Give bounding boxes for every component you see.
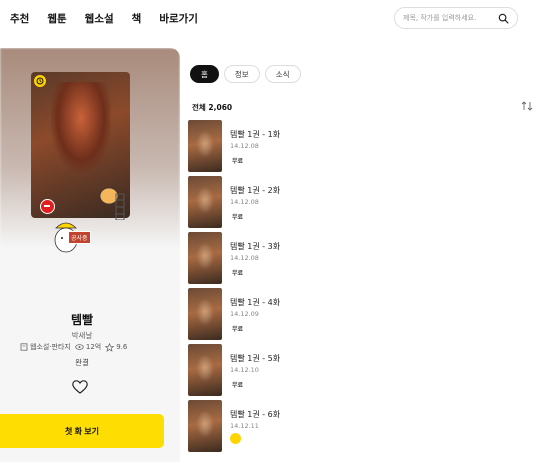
episode-item[interactable]: 템빨 1권 - 3화 14.12.08 무료 bbox=[188, 232, 528, 286]
age-rating-badge-icon bbox=[40, 199, 55, 214]
free-badge: 무료 bbox=[232, 158, 244, 165]
star-icon bbox=[105, 342, 115, 352]
work-summary-panel: 공사중 템빨 박새날 웹소설·판타지 12억 9.6 완결 첫 화 보기 bbox=[0, 48, 180, 462]
episode-date: 14.12.08 bbox=[230, 254, 259, 262]
episode-title: 템빨 1권 - 4화 bbox=[230, 298, 281, 307]
rating-value: 9.6 bbox=[116, 343, 128, 351]
episode-title: 템빨 1권 - 3화 bbox=[230, 242, 281, 251]
tab-info[interactable]: 정보 bbox=[223, 65, 260, 83]
search-box bbox=[394, 7, 518, 29]
cover-character bbox=[51, 82, 111, 172]
completion-status: 완결 bbox=[75, 358, 89, 367]
episode-thumbnail bbox=[188, 232, 222, 284]
episode-date: 14.12.10 bbox=[230, 366, 259, 374]
construction-stamp: 공사중 bbox=[68, 231, 91, 244]
nav-item-book[interactable]: 책 bbox=[132, 11, 142, 26]
views-count: 12억 bbox=[85, 343, 102, 351]
book-icon bbox=[20, 343, 28, 351]
search-icon[interactable] bbox=[498, 13, 509, 24]
episode-date: 14.12.09 bbox=[230, 310, 259, 318]
clock-icon bbox=[34, 75, 46, 87]
episode-count: 전체 2,060 bbox=[192, 103, 233, 112]
episode-date: 14.12.08 bbox=[230, 198, 259, 206]
search-input[interactable] bbox=[403, 14, 495, 22]
episode-title: 템빨 1권 - 2화 bbox=[230, 186, 281, 195]
views-meta: 12억 bbox=[75, 342, 101, 352]
episode-thumbnail bbox=[188, 288, 222, 340]
rating-meta: 9.6 bbox=[105, 342, 128, 352]
episode-item[interactable]: 템빨 1권 - 4화 14.12.09 무료 bbox=[188, 288, 528, 342]
episode-item[interactable]: 템빨 1권 - 2화 14.12.08 무료 bbox=[188, 176, 528, 230]
nav-item-webnovel[interactable]: 웹소설 bbox=[85, 11, 114, 26]
eye-icon bbox=[75, 344, 84, 350]
wait-free-clock-icon bbox=[230, 433, 241, 444]
nav-item-webtoon[interactable]: 웹툰 bbox=[47, 11, 66, 26]
tab-home[interactable]: 홈 bbox=[190, 65, 219, 83]
episode-item[interactable]: 템빨 1권 - 6화 14.12.11 bbox=[188, 400, 528, 454]
tab-news[interactable]: 소식 bbox=[264, 65, 301, 83]
genre-meta: 웹소설·판타지 bbox=[20, 342, 71, 352]
episode-thumbnail bbox=[188, 400, 222, 452]
nav-item-recommend[interactable]: 추천 bbox=[10, 11, 29, 26]
genre-label: 웹소설·판타지 bbox=[30, 343, 71, 351]
episode-title: 템빨 1권 - 6화 bbox=[230, 410, 281, 419]
episode-panel: 홈 정보 소식 전체 2,060 템빨 1권 - 1화 14.12.08 무료 … bbox=[180, 48, 534, 462]
episode-date: 14.12.11 bbox=[230, 422, 259, 430]
mascot-ladder-icon bbox=[99, 187, 125, 220]
sort-icon[interactable] bbox=[521, 101, 533, 111]
episode-thumbnail bbox=[188, 344, 222, 396]
work-title: 템빨 bbox=[70, 313, 94, 327]
content-tabs: 홈 정보 소식 bbox=[190, 65, 301, 83]
first-episode-button[interactable]: 첫 화 보기 bbox=[0, 414, 164, 448]
work-meta: 웹소설·판타지 12억 9.6 bbox=[20, 342, 127, 352]
free-badge: 무료 bbox=[232, 326, 244, 333]
top-bar: 추천 웹툰 웹소설 책 바로가기 bbox=[0, 0, 534, 38]
episode-thumbnail bbox=[188, 176, 222, 228]
episode-title: 템빨 1권 - 1화 bbox=[230, 130, 281, 139]
free-badge: 무료 bbox=[232, 382, 244, 389]
episode-date: 14.12.08 bbox=[230, 142, 259, 150]
work-author: 박새날 bbox=[71, 331, 93, 340]
heart-icon[interactable] bbox=[72, 380, 88, 394]
free-badge: 무료 bbox=[232, 214, 244, 221]
nav-item-shortcut[interactable]: 바로가기 bbox=[159, 11, 198, 26]
episode-item[interactable]: 템빨 1권 - 5화 14.12.10 무료 bbox=[188, 344, 528, 398]
main-nav: 추천 웹툰 웹소설 책 바로가기 bbox=[10, 11, 198, 26]
free-badge: 무료 bbox=[232, 270, 244, 277]
episode-thumbnail bbox=[188, 120, 222, 172]
episode-item[interactable]: 템빨 1권 - 1화 14.12.08 무료 bbox=[188, 120, 528, 174]
episode-title: 템빨 1권 - 5화 bbox=[230, 354, 281, 363]
